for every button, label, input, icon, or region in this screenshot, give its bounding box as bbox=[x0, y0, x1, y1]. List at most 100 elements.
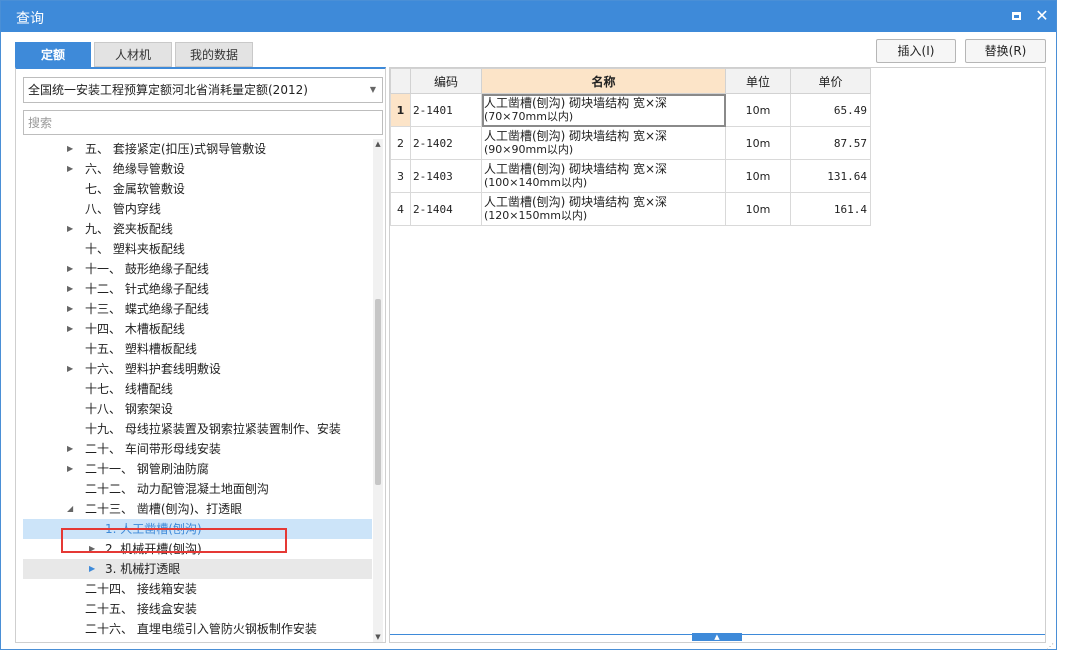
tree-item-label: 3. 机械打透眼 bbox=[105, 562, 181, 576]
tree-item[interactable]: 十、 塑料夹板配线 bbox=[23, 239, 372, 259]
quota-tree-panel: 全国统一安装工程预算定额河北省消耗量定额(2012) ▼ ▶ 五、 套接紧定(扣压… bbox=[15, 67, 386, 643]
tree-item-label: 十八、 钢索架设 bbox=[85, 402, 173, 416]
tree-item-label: 二十二、 动力配管混凝土地面刨沟 bbox=[85, 482, 269, 496]
triangle-right-icon[interactable]: ▶ bbox=[67, 139, 77, 159]
cell-price[interactable]: 87.57 bbox=[790, 126, 871, 160]
tree-item-label: 十四、 木槽板配线 bbox=[85, 322, 185, 336]
tree-scrollbar[interactable]: ▲ ▼ bbox=[373, 139, 383, 642]
column-header-code[interactable]: 编码 bbox=[410, 68, 482, 94]
cell-name[interactable]: 人工凿槽(刨沟) 砌块墙结构 宽×深 (120×150mm以内) bbox=[481, 192, 726, 226]
triangle-right-icon[interactable]: ▶ bbox=[67, 299, 77, 319]
cell-unit[interactable]: 10m bbox=[725, 159, 791, 193]
replace-button[interactable]: 替换(R) bbox=[965, 39, 1046, 63]
insert-button[interactable]: 插入(I) bbox=[876, 39, 956, 63]
tree-item[interactable]: 二十二、 动力配管混凝土地面刨沟 bbox=[23, 479, 372, 499]
triangle-down-icon[interactable]: ◢ bbox=[67, 499, 77, 519]
cell-price[interactable]: 161.4 bbox=[790, 192, 871, 226]
cell-name[interactable]: 人工凿槽(刨沟) 砌块墙结构 宽×深 (90×90mm以内) bbox=[481, 126, 726, 160]
cell-name[interactable]: 人工凿槽(刨沟) 砌块墙结构 宽×深 (70×70mm以内) bbox=[481, 93, 726, 127]
triangle-right-icon[interactable]: ▶ bbox=[67, 359, 77, 379]
cell-price[interactable]: 131.64 bbox=[790, 159, 871, 193]
column-header-unit[interactable]: 单位 bbox=[725, 68, 791, 94]
tree-item[interactable]: ▶ 九、 瓷夹板配线 bbox=[23, 219, 372, 239]
close-button[interactable]: ✕ bbox=[1031, 5, 1053, 27]
maximize-button[interactable] bbox=[1005, 5, 1027, 27]
cell-name-spec: (120×150mm以内) bbox=[484, 209, 588, 222]
triangle-right-icon[interactable]: ▶ bbox=[67, 459, 77, 479]
cell-code[interactable]: 2-1401 bbox=[410, 93, 482, 127]
tree-item-label: 二十、 车间带形母线安装 bbox=[85, 442, 221, 456]
tree-item[interactable]: 十八、 钢索架设 bbox=[23, 399, 372, 419]
cell-unit[interactable]: 10m bbox=[725, 126, 791, 160]
splitter-handle[interactable]: ▲ bbox=[692, 633, 742, 641]
quota-library-select[interactable]: 全国统一安装工程预算定额河北省消耗量定额(2012) ▼ bbox=[23, 77, 383, 103]
cell-price[interactable]: 65.49 bbox=[790, 93, 871, 127]
cell-code[interactable]: 2-1402 bbox=[410, 126, 482, 160]
triangle-right-icon[interactable]: ▶ bbox=[67, 159, 77, 179]
tree-item[interactable]: 七、 金属软管敷设 bbox=[23, 179, 372, 199]
tree-item-label: 六、 绝缘导管敷设 bbox=[85, 162, 185, 176]
cell-unit[interactable]: 10m bbox=[725, 192, 791, 226]
tree-item-label: 二十五、 接线盒安装 bbox=[85, 602, 197, 616]
scrollbar-thumb[interactable] bbox=[375, 299, 381, 485]
tree-item[interactable]: 八、 管内穿线 bbox=[23, 199, 372, 219]
close-icon: ✕ bbox=[1035, 6, 1049, 25]
cell-name-spec: (90×90mm以内) bbox=[484, 143, 574, 156]
tree-item[interactable]: 二十四、 接线箱安装 bbox=[23, 579, 372, 599]
tree-item[interactable]: ▶ 二十一、 钢管刷油防腐 bbox=[23, 459, 372, 479]
tree-item[interactable]: 二十六、 直埋电缆引入管防火钢板制作安装 bbox=[23, 619, 372, 639]
row-number: 1 bbox=[390, 93, 411, 127]
table-row[interactable]: 1 2-1401 人工凿槽(刨沟) 砌块墙结构 宽×深 (70×70mm以内) 1… bbox=[390, 93, 871, 127]
tree-item[interactable]: 十九、 母线拉紧装置及钢索拉紧装置制作、安装 bbox=[23, 419, 372, 439]
table-row[interactable]: 2 2-1402 人工凿槽(刨沟) 砌块墙结构 宽×深 (90×90mm以内) 1… bbox=[390, 126, 871, 160]
tree-item-label: 二十六、 直埋电缆引入管防火钢板制作安装 bbox=[85, 622, 317, 636]
cell-name-spec: (70×70mm以内) bbox=[484, 110, 574, 123]
cell-name[interactable]: 人工凿槽(刨沟) 砌块墙结构 宽×深 (100×140mm以内) bbox=[481, 159, 726, 193]
triangle-right-icon[interactable]: ▶ bbox=[89, 559, 99, 579]
cell-name-spec: (100×140mm以内) bbox=[484, 176, 588, 189]
triangle-right-icon[interactable]: ▶ bbox=[67, 259, 77, 279]
triangle-up-icon: ▲ bbox=[714, 633, 720, 641]
tree-item[interactable]: ▶ 六、 绝缘导管敷设 bbox=[23, 159, 372, 179]
tree-item[interactable]: ▶ 十一、 鼓形绝缘子配线 bbox=[23, 259, 372, 279]
tab-labor-material-machine[interactable]: 人材机 bbox=[94, 42, 172, 67]
triangle-right-icon[interactable]: ▶ bbox=[67, 219, 77, 239]
tree-item-label: 七、 金属软管敷设 bbox=[85, 182, 185, 196]
table-row[interactable]: 3 2-1403 人工凿槽(刨沟) 砌块墙结构 宽×深 (100×140mm以内)… bbox=[390, 159, 871, 193]
tree-item[interactable]: 十五、 塑料槽板配线 bbox=[23, 339, 372, 359]
tree-item[interactable]: ▶ 十六、 塑料护套线明敷设 bbox=[23, 359, 372, 379]
quota-results-panel: 编码 名称 单位 单价 1 2-1401 人工凿槽(刨沟) 砌块墙结构 宽×深(… bbox=[389, 67, 1046, 643]
tree-item[interactable]: ▶ 3. 机械打透眼 bbox=[23, 559, 372, 579]
tree-item[interactable]: ▶ 十二、 针式绝缘子配线 bbox=[23, 279, 372, 299]
column-header-price[interactable]: 单价 bbox=[790, 68, 871, 94]
cell-unit[interactable]: 10m bbox=[725, 93, 791, 127]
title-bar[interactable]: 查询 ✕ bbox=[1, 1, 1056, 32]
tree-item[interactable]: 二十五、 接线盒安装 bbox=[23, 599, 372, 619]
scroll-up-icon[interactable]: ▲ bbox=[373, 139, 383, 149]
triangle-right-icon[interactable]: ▶ bbox=[67, 319, 77, 339]
cell-code[interactable]: 2-1404 bbox=[410, 192, 482, 226]
cell-code[interactable]: 2-1403 bbox=[410, 159, 482, 193]
tree-item-label: 十、 塑料夹板配线 bbox=[85, 242, 185, 256]
table-row[interactable]: 4 2-1404 人工凿槽(刨沟) 砌块墙结构 宽×深 (120×150mm以内)… bbox=[390, 192, 871, 226]
tree-item[interactable]: ▶ 十三、 蝶式绝缘子配线 bbox=[23, 299, 372, 319]
scroll-down-icon[interactable]: ▼ bbox=[373, 632, 383, 642]
tree-item[interactable]: ▶ 十四、 木槽板配线 bbox=[23, 319, 372, 339]
tree-item[interactable]: ◢ 二十三、 凿槽(刨沟)、打透眼 bbox=[23, 499, 372, 519]
tree-item[interactable]: ▶ 二十、 车间带形母线安装 bbox=[23, 439, 372, 459]
triangle-right-icon[interactable]: ▶ bbox=[67, 279, 77, 299]
row-number: 4 bbox=[390, 192, 411, 226]
tree-item[interactable]: 十七、 线槽配线 bbox=[23, 379, 372, 399]
column-header-name[interactable]: 名称 bbox=[481, 68, 726, 94]
tree-item-label: 八、 管内穿线 bbox=[85, 202, 161, 216]
window-title: 查询 bbox=[16, 11, 44, 27]
cell-name-text: 人工凿槽(刨沟) 砌块墙结构 宽×深 bbox=[484, 96, 668, 110]
triangle-right-icon[interactable]: ▶ bbox=[67, 439, 77, 459]
resize-grip-icon[interactable]: ⋰ bbox=[1046, 642, 1056, 651]
tree-item[interactable]: ▶ 五、 套接紧定(扣压)式钢导管敷设 bbox=[23, 139, 372, 159]
tree-item-label: 二十四、 接线箱安装 bbox=[85, 582, 197, 596]
tab-my-data[interactable]: 我的数据 bbox=[175, 42, 253, 67]
search-input[interactable] bbox=[23, 110, 383, 135]
cell-name-text: 人工凿槽(刨沟) 砌块墙结构 宽×深 bbox=[484, 195, 668, 209]
tab-quota[interactable]: 定额 bbox=[15, 42, 91, 67]
